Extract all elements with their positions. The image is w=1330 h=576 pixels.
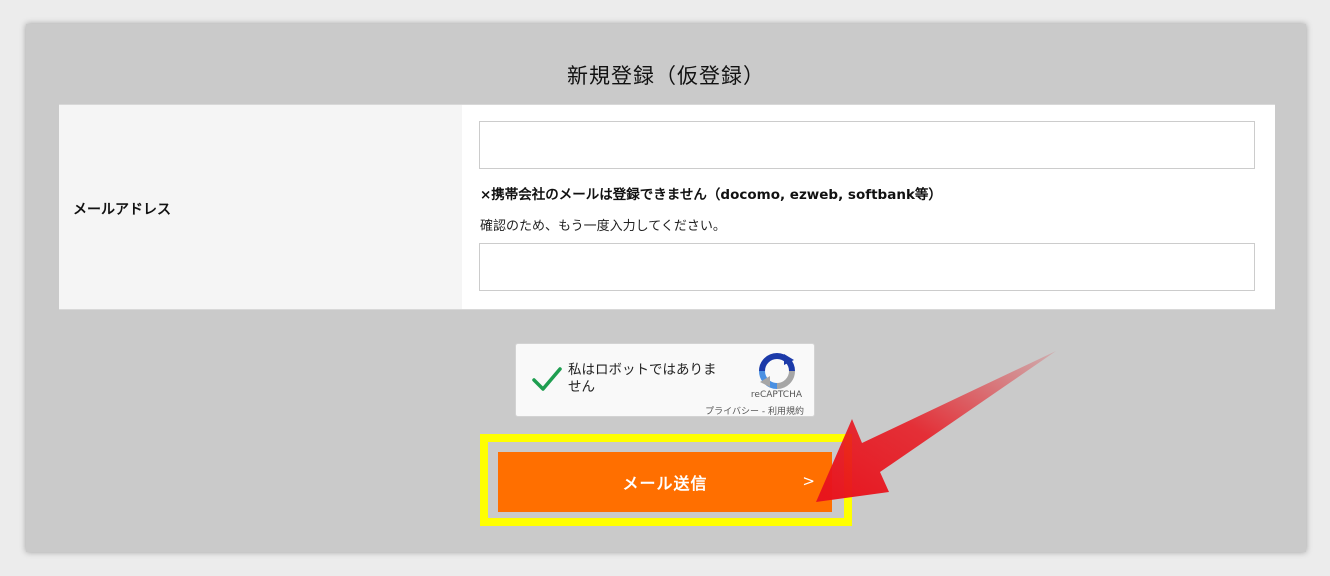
red-arrow-icon	[816, 351, 1056, 502]
recaptcha-brand: reCAPTCHA	[750, 390, 802, 400]
email-form-table: メールアドレス ×携帯会社のメールは登録できません（docomo, ezweb,…	[59, 104, 1275, 310]
recaptcha-terms-link[interactable]: 利用規約	[768, 407, 804, 417]
recaptcha-widget: 私はロボットではありません reCAPTCHA プライバシー - 利用規約	[515, 343, 815, 417]
email-label-cell: メールアドレス	[59, 105, 462, 309]
chevron-right-icon: >	[802, 472, 816, 490]
carrier-email-note: ×携帯会社のメールは登録できません（docomo, ezweb, softban…	[480, 187, 942, 203]
recaptcha-label: 私はロボットではありません	[568, 362, 717, 395]
recaptcha-links: プライバシー - 利用規約	[705, 404, 804, 417]
email-label: メールアドレス	[73, 202, 171, 218]
confirm-hint: 確認のため、もう一度入力してください。	[480, 219, 726, 234]
send-mail-label: メール送信	[622, 474, 708, 493]
email-confirm-input[interactable]	[479, 243, 1255, 291]
registration-panel: 新規登録（仮登録） メールアドレス ×携帯会社のメールは登録できません（doco…	[26, 24, 1306, 552]
recaptcha-logo-icon	[759, 353, 795, 389]
page-title: 新規登録（仮登録）	[567, 64, 765, 88]
recaptcha-privacy-link[interactable]: プライバシー	[705, 407, 759, 417]
checkmark-icon[interactable]	[530, 362, 564, 396]
send-mail-button[interactable]: メール送信 >	[498, 452, 832, 512]
email-input[interactable]	[479, 121, 1255, 169]
recaptcha-link-separator: -	[759, 407, 768, 417]
